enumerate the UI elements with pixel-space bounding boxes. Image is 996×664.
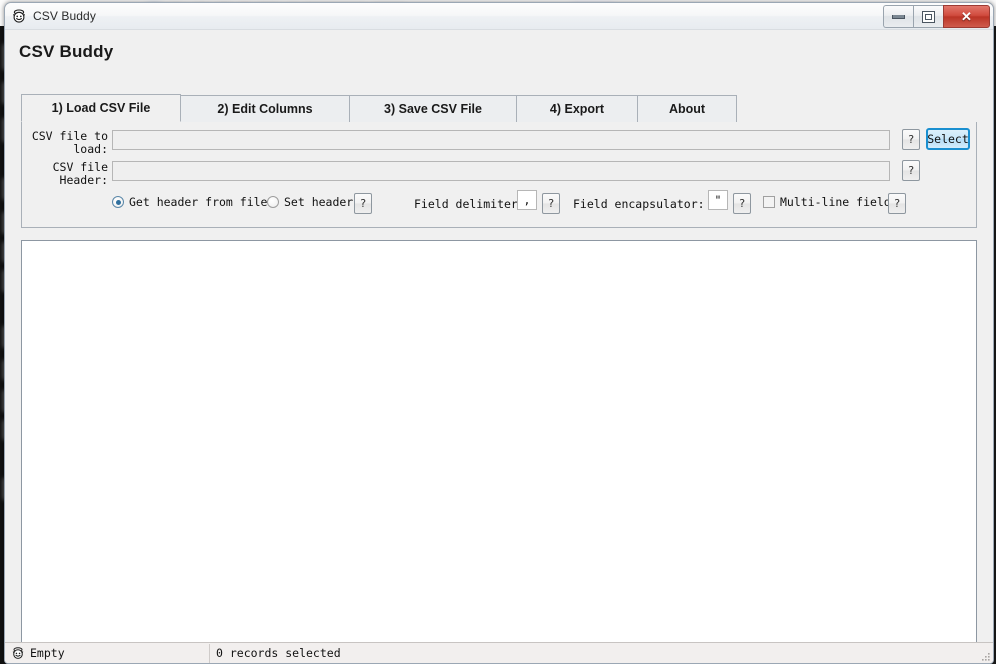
radio-set-header-label: Set header [284,195,354,209]
tab-load-csv-file[interactable]: 1) Load CSV File [21,94,181,122]
screen: CSV Buddy ✕ CSV Buddy 1) Load CSV File 2… [0,0,996,664]
radio-unselected-icon [267,196,279,208]
tab-about[interactable]: About [637,95,737,122]
multiline-fields-help-button[interactable]: ? [888,193,906,214]
window-title: CSV Buddy [33,9,96,23]
radio-get-header-from-file[interactable]: Get header from file [112,195,267,209]
status-state-text: Empty [30,646,65,660]
field-delimiter-help-button[interactable]: ? [542,193,560,214]
csv-header-label: CSV file Header: [52,160,108,187]
title-bar[interactable]: CSV Buddy ✕ [5,3,993,30]
status-records-cell: 0 records selected [210,644,993,663]
csv-file-label: CSV file to load: [31,129,108,156]
tab-bar: 1) Load CSV File 2) Edit Columns 3) Save… [21,94,977,123]
resize-grip-icon[interactable] [979,649,991,661]
close-button[interactable]: ✕ [943,5,990,28]
window-controls: ✕ [883,5,990,28]
restore-button[interactable] [913,5,943,28]
close-icon: ✕ [961,9,972,24]
minimize-button[interactable] [883,5,913,28]
status-records-text: 0 records selected [216,646,341,660]
radio-set-header[interactable]: Set header [267,195,353,209]
smiley-face-icon [11,646,25,660]
select-file-button[interactable]: Select [926,128,970,150]
application-window: CSV Buddy ✕ CSV Buddy 1) Load CSV File 2… [4,2,994,664]
field-delimiter-input[interactable] [517,190,537,210]
status-state-cell: Empty [5,643,210,663]
tab-edit-columns[interactable]: 2) Edit Columns [180,95,350,122]
header-source-help-button[interactable]: ? [354,193,372,214]
minimize-icon [892,14,905,19]
checkbox-unchecked-icon [763,196,775,208]
multiline-fields-label: Multi-line fields [780,195,898,209]
smiley-face-icon [11,8,27,24]
radio-get-header-label: Get header from file [129,195,268,209]
field-delimiter-label: Field delimiter: [414,197,525,211]
window-body: CSV Buddy 1) Load CSV File 2) Edit Colum… [5,30,993,663]
radio-selected-icon [112,196,124,208]
restore-icon [922,10,935,23]
tab-save-csv-file[interactable]: 3) Save CSV File [349,95,517,122]
csv-file-help-button[interactable]: ? [902,129,920,150]
csv-file-input[interactable] [112,130,890,150]
csv-header-input[interactable] [112,161,890,181]
field-encapsulator-help-button[interactable]: ? [733,193,751,214]
load-options-panel: CSV file to load: ? Select CSV file Head… [21,122,977,228]
field-encapsulator-input[interactable] [708,190,728,210]
status-bar: Empty 0 records selected [5,642,993,663]
csv-header-help-button[interactable]: ? [902,160,920,181]
tab-export[interactable]: 4) Export [516,95,638,122]
page-title: CSV Buddy [19,42,114,61]
field-encapsulator-label: Field encapsulator: [573,197,705,211]
multiline-fields-checkbox[interactable]: Multi-line fields [763,195,898,209]
csv-data-grid[interactable] [21,240,977,650]
